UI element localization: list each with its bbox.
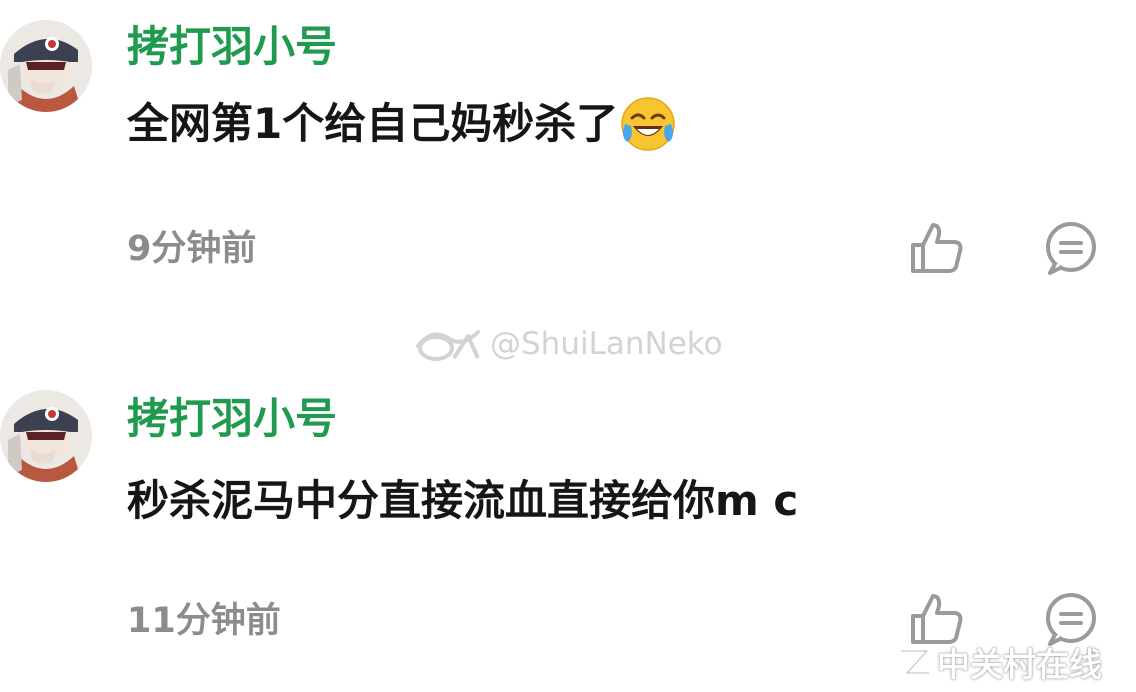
comment-text-row: 秒杀泥马中分直接流血直接给你m c: [127, 480, 798, 522]
watermark-handle: @ShuiLanNeko: [490, 326, 723, 362]
avatar[interactable]: [0, 390, 92, 482]
site-watermark-text: 中关村在线: [937, 645, 1102, 684]
like-button[interactable]: [908, 219, 966, 277]
thumbs-up-icon: [911, 223, 963, 273]
comment-text-row: 全网第1个给自己妈秒杀了: [127, 96, 676, 152]
laughing-tears-emoji-icon: [620, 96, 676, 152]
weibo-eye-icon: [416, 330, 480, 361]
weibo-watermark: @ShuiLanNeko: [414, 324, 723, 364]
reply-bubble-icon: [1046, 222, 1096, 275]
comment-item: 拷打羽小号 全网第1个给自己妈秒杀了 9分钟前: [0, 0, 1136, 320]
comment-text: 全网第1个给自己妈秒杀了: [127, 99, 619, 148]
comment-text: 秒杀泥马中分直接流血直接给你m c: [127, 476, 799, 525]
timestamp: 9分钟前: [127, 229, 257, 269]
site-watermark: 中关村在线: [896, 638, 1102, 686]
username[interactable]: 拷打羽小号: [127, 398, 337, 440]
timestamp: 11分钟前: [127, 601, 281, 641]
zol-logo-icon: [898, 648, 932, 676]
username[interactable]: 拷打羽小号: [127, 26, 337, 68]
avatar[interactable]: [0, 20, 92, 112]
reply-button[interactable]: [1042, 219, 1100, 277]
